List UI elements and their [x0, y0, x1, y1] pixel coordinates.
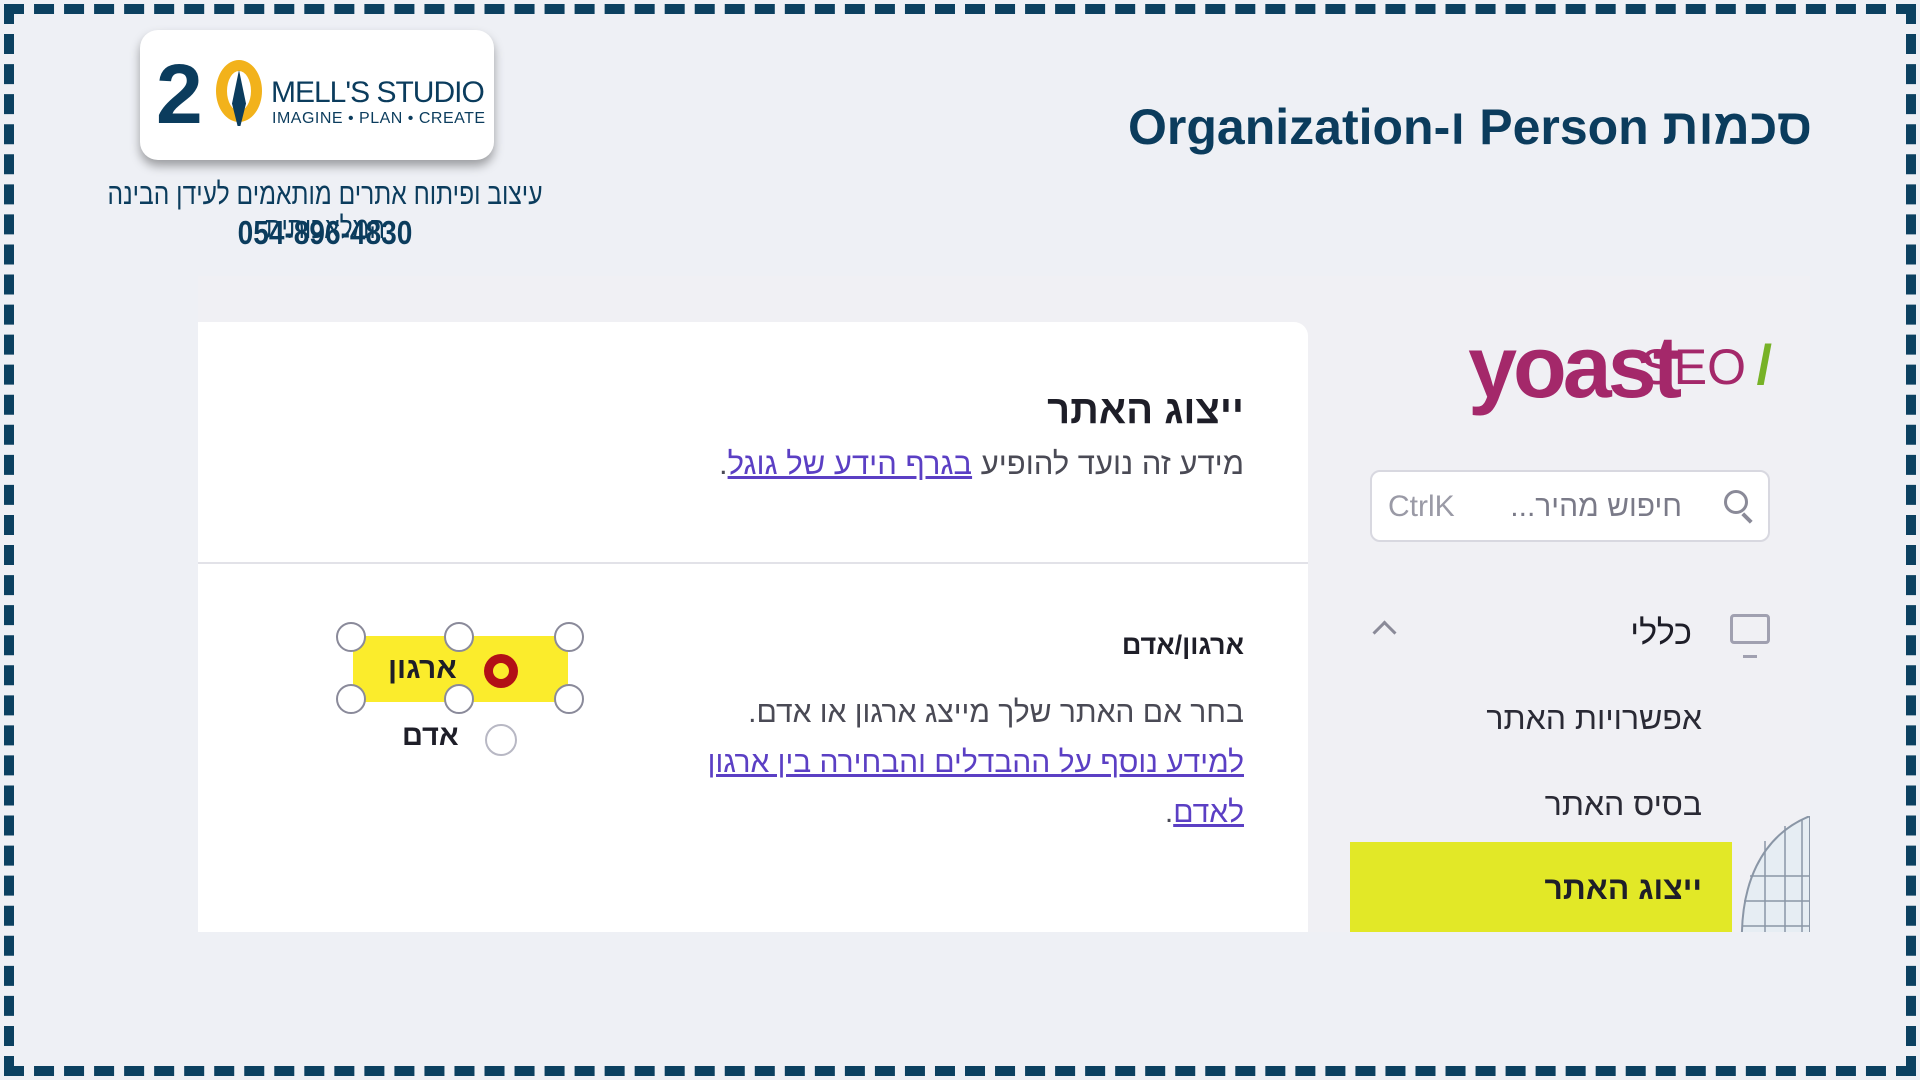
selection-handle: [444, 622, 474, 652]
yoast-settings-screenshot: yoast SEO / חיפוש מהיר... CtrlK כללי אפש…: [198, 276, 1810, 932]
sidebar-item-site-features[interactable]: אפשרויות האתר: [1486, 700, 1702, 737]
learn-more-link[interactable]: למידע נוסף על ההבדלים והבחירה בין ארגון …: [708, 746, 1244, 829]
selection-handle: [336, 622, 366, 652]
selection-handle: [554, 622, 584, 652]
quick-search-input[interactable]: חיפוש מהיר... CtrlK: [1370, 470, 1770, 542]
field-label: ארגון/אדם: [1121, 630, 1244, 660]
search-icon: [1724, 490, 1748, 514]
search-placeholder: חיפוש מהיר...: [1510, 490, 1682, 523]
card-subtitle-text: מידע זה נועד להופיע: [972, 446, 1244, 481]
card-subtitle-end: .: [718, 446, 728, 481]
logo-number: 2: [156, 47, 203, 141]
radio-person[interactable]: [485, 724, 517, 756]
settings-card: ייצוג האתר מידע זה נועד להופיע בגרף הידע…: [198, 322, 1308, 932]
company-logo: 2 MELL'S STUDIO IMAGINE • PLAN • CREATE: [140, 30, 494, 160]
logo-name: MELL'S STUDIO: [271, 76, 485, 109]
field-description: בחר אם האתר שלך מייצג ארגון או אדם. למידע…: [624, 688, 1244, 838]
field-description-text: בחר אם האתר שלך מייצג ארגון או אדם.: [748, 696, 1244, 729]
field-description-end: .: [1164, 796, 1174, 829]
selection-handle: [554, 684, 584, 714]
nav-section-label: כללי: [1630, 614, 1692, 652]
globe-decoration-icon: [1740, 816, 1810, 932]
chevron-up-icon[interactable]: [1372, 620, 1397, 645]
card-subtitle: מידע זה נועד להופיע בגרף הידע של גוגל.: [719, 446, 1244, 482]
search-shortcut: CtrlK: [1388, 490, 1455, 523]
radio-organization[interactable]: [484, 654, 518, 688]
selection-handle: [444, 684, 474, 714]
yoast-slash: /: [1756, 333, 1772, 396]
selection-handle: [336, 684, 366, 714]
sidebar-item-active-label: ייצוג האתר: [1544, 870, 1702, 906]
knowledge-graph-link[interactable]: בגרף הידע של גוגל: [728, 446, 973, 481]
slide-title: סכמות Person ו-Organization: [1128, 99, 1812, 155]
option-organization-label[interactable]: ארגון: [388, 652, 457, 686]
card-title: ייצוג האתר: [1047, 388, 1244, 432]
yoast-seo-text: SEO: [1640, 339, 1746, 395]
company-phone: 054-896-4830: [237, 214, 413, 251]
logo-tagline: IMAGINE • PLAN • CREATE: [272, 110, 486, 127]
monitor-icon: [1730, 614, 1770, 658]
divider: [198, 562, 1308, 564]
option-person-label[interactable]: אדם: [402, 720, 459, 753]
sidebar-item-site-basics[interactable]: בסיס האתר: [1545, 786, 1702, 823]
